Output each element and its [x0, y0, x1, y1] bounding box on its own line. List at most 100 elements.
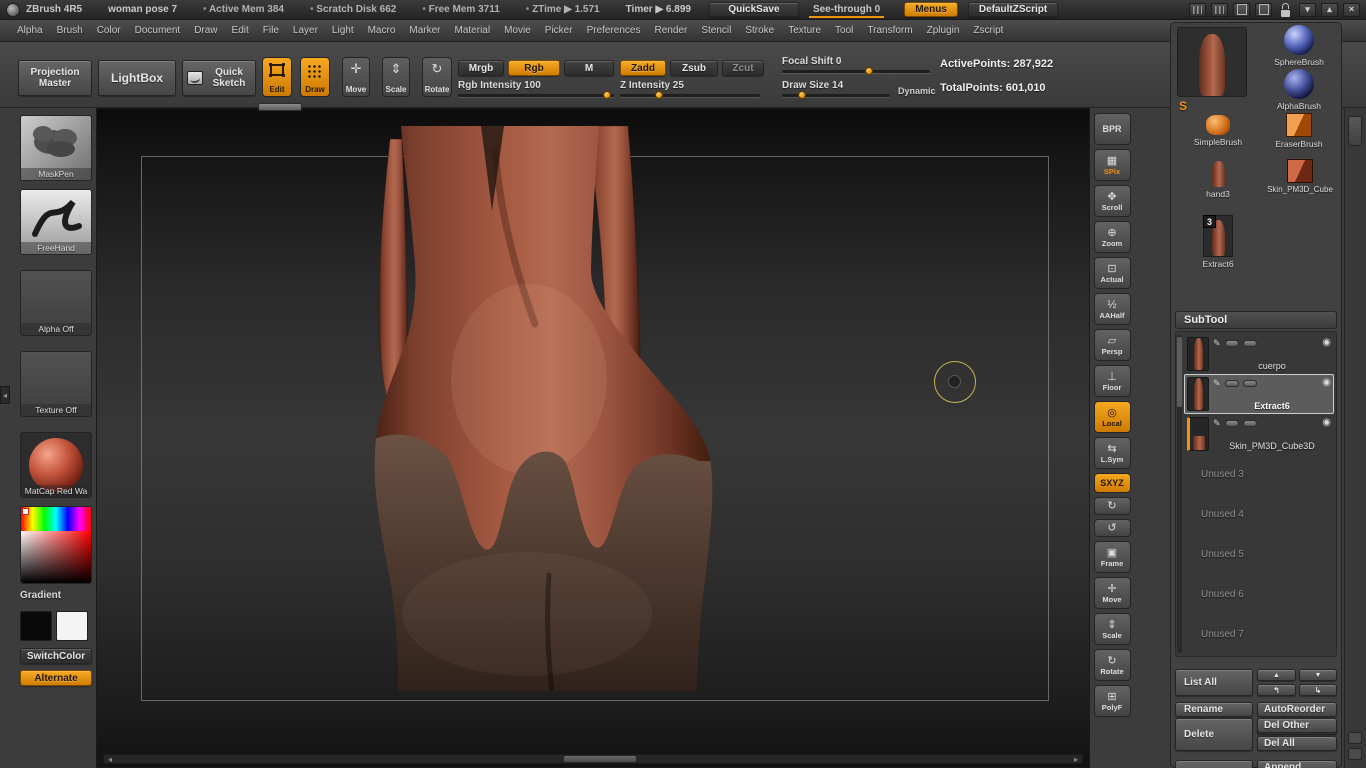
menu-item-brush[interactable]: Brush	[50, 25, 90, 36]
move-down-button[interactable]: ▼	[1299, 669, 1337, 681]
subtool-row-cuerpo[interactable]: ✎ ◉ cuerpo	[1184, 334, 1334, 374]
perspective-button[interactable]: ▱ Persp	[1093, 329, 1131, 361]
primary-color-swatch[interactable]	[20, 611, 52, 641]
menu-item-file[interactable]: File	[256, 25, 286, 36]
toggle-pill-icon[interactable]	[1224, 419, 1239, 427]
toggle-pill-icon[interactable]	[1242, 339, 1257, 347]
menu-item-movie[interactable]: Movie	[497, 25, 538, 36]
rename-button[interactable]: Rename	[1175, 702, 1253, 717]
subtool-row-skin-cube[interactable]: ✎ ◉ Skin_PM3D_Cube3D	[1184, 414, 1334, 454]
shift-up-button[interactable]: ↰	[1257, 684, 1296, 696]
scrollbar-handle[interactable]	[1177, 337, 1182, 407]
subtool-row-unused-4[interactable]: Unused 4	[1184, 494, 1334, 534]
edit-mode-button[interactable]: Edit	[262, 57, 292, 97]
aahalf-button[interactable]: ½ AAHalf	[1093, 293, 1131, 325]
close-window-icon[interactable]: ×	[1343, 2, 1360, 17]
sxyz-button[interactable]: SXYZ	[1093, 473, 1131, 493]
sculpt-model[interactable]	[97, 109, 1090, 768]
tray-grip-handle[interactable]	[1348, 116, 1362, 146]
lightbox-button[interactable]: LightBox	[98, 60, 176, 96]
tray-icon-slot[interactable]	[1348, 748, 1362, 760]
menu-item-alpha[interactable]: Alpha	[10, 25, 50, 36]
projection-master-button[interactable]: Projection Master	[18, 60, 92, 96]
saturation-square[interactable]	[21, 531, 91, 583]
slider-handle[interactable]	[655, 91, 663, 99]
lsym-button[interactable]: ⇆ L.Sym	[1093, 437, 1131, 469]
lock-icon[interactable]	[1277, 2, 1294, 17]
polypaint-icon[interactable]: ✎	[1213, 418, 1221, 428]
polypaint-icon[interactable]: ✎	[1213, 378, 1221, 388]
menu-item-draw[interactable]: Draw	[187, 25, 224, 36]
zcut-button[interactable]: Zcut	[722, 60, 764, 76]
local-symmetry-button[interactable]: ◎ Local	[1093, 401, 1131, 433]
current-brush-thumbnail[interactable]: MaskPen	[20, 115, 92, 181]
current-alpha-thumbnail[interactable]: Alpha Off	[20, 270, 92, 336]
subtool-row-unused-6[interactable]: Unused 6	[1184, 574, 1334, 614]
actual-size-button[interactable]: ⊡ Actual	[1093, 257, 1131, 289]
zoom-button[interactable]: ⊕ Zoom	[1093, 221, 1131, 253]
quickpick-extract6[interactable]: 3 Extract6	[1187, 215, 1249, 269]
m-button[interactable]: M	[564, 60, 614, 76]
hue-strip[interactable]	[21, 507, 91, 531]
move-3d-button[interactable]: ✛ Move	[1093, 577, 1131, 609]
subtool-row-unused-3[interactable]: Unused 3	[1184, 454, 1334, 494]
current-material-thumbnail[interactable]: MatCap Red Wa	[20, 432, 92, 498]
color-picker[interactable]	[20, 506, 92, 584]
rgb-intensity-slider[interactable]: Rgb Intensity 100	[458, 80, 614, 99]
toggle-pill-icon[interactable]	[1242, 379, 1257, 387]
menu-item-transform[interactable]: Transform	[860, 25, 919, 36]
visibility-eye-icon[interactable]: ◉	[1322, 378, 1331, 388]
focal-shift-slider[interactable]: Focal Shift 0	[782, 56, 930, 75]
quicksave-button[interactable]: QuickSave	[708, 2, 799, 17]
scale-3d-button[interactable]: ⇕ Scale	[1093, 613, 1131, 645]
spix-button[interactable]: ▦ SPix	[1093, 149, 1131, 181]
quickpick-simplebrush[interactable]: SimpleBrush	[1187, 115, 1249, 147]
quickpick-hand3[interactable]: hand3	[1187, 161, 1249, 199]
rotate-ccw-constraint-button[interactable]: ↺	[1093, 519, 1131, 537]
slider-handle[interactable]	[864, 67, 873, 75]
delete-button[interactable]: Delete	[1175, 718, 1253, 751]
zadd-button[interactable]: Zadd	[620, 60, 666, 76]
z-intensity-slider[interactable]: Z Intensity 25	[620, 80, 760, 99]
list-all-button[interactable]: List All	[1175, 669, 1253, 696]
rgb-button[interactable]: Rgb	[508, 60, 560, 76]
subtool-header[interactable]: SubTool	[1175, 311, 1337, 329]
autoreorder-button[interactable]: AutoReorder	[1257, 702, 1337, 717]
menu-item-render[interactable]: Render	[648, 25, 695, 36]
toggle-pill-icon[interactable]	[1224, 339, 1239, 347]
alternate-button[interactable]: Alternate	[20, 670, 92, 686]
subtool-row-unused-5[interactable]: Unused 5	[1184, 534, 1334, 574]
slider-handle[interactable]	[798, 91, 807, 99]
rotate-3d-button[interactable]: ↻ Rotate	[1093, 649, 1131, 681]
shift-down-button[interactable]: ↳	[1299, 684, 1337, 696]
menu-item-preferences[interactable]: Preferences	[580, 25, 648, 36]
divider-sliders-icon[interactable]	[1189, 2, 1206, 17]
draw-mode-button[interactable]: Draw	[300, 57, 330, 97]
subtool-scrollbar[interactable]	[1177, 335, 1182, 653]
menu-item-macro[interactable]: Macro	[361, 25, 403, 36]
menu-item-zscript[interactable]: Zscript	[966, 25, 1010, 36]
toggle-pill-icon[interactable]	[1224, 379, 1239, 387]
tray-icon-slot[interactable]	[1348, 732, 1362, 744]
menus-button[interactable]: Menus	[904, 2, 958, 17]
quickpick-spherebrush[interactable]: SphereBrush	[1261, 25, 1337, 67]
subtool-row-extract6[interactable]: ✎ ◉ Extract6	[1184, 374, 1334, 414]
menu-item-material[interactable]: Material	[448, 25, 498, 36]
move-up-button[interactable]: ▲	[1257, 669, 1296, 681]
polyframe-button[interactable]: ⊞ PolyF	[1093, 685, 1131, 717]
canvas-horizontal-scrollbar[interactable]: ◂ ▸	[103, 754, 1083, 764]
current-stroke-thumbnail[interactable]: FreeHand	[20, 189, 92, 255]
zsub-button[interactable]: Zsub	[670, 60, 718, 76]
bpr-render-button[interactable]: BPR	[1093, 113, 1131, 145]
menu-item-tool[interactable]: Tool	[828, 25, 860, 36]
del-all-button[interactable]: Del All	[1257, 736, 1337, 751]
scroll-button[interactable]: ✥ Scroll	[1093, 185, 1131, 217]
menu-item-layer[interactable]: Layer	[286, 25, 325, 36]
menu-item-stroke[interactable]: Stroke	[738, 25, 781, 36]
menu-item-light[interactable]: Light	[325, 25, 361, 36]
see-through-slider[interactable]: See-through 0	[808, 4, 885, 18]
menu-item-edit[interactable]: Edit	[225, 25, 256, 36]
menu-item-zplugin[interactable]: Zplugin	[920, 25, 967, 36]
scroll-right-icon[interactable]: ▸	[1070, 755, 1082, 764]
divider-sliders-icon[interactable]	[1211, 2, 1228, 17]
